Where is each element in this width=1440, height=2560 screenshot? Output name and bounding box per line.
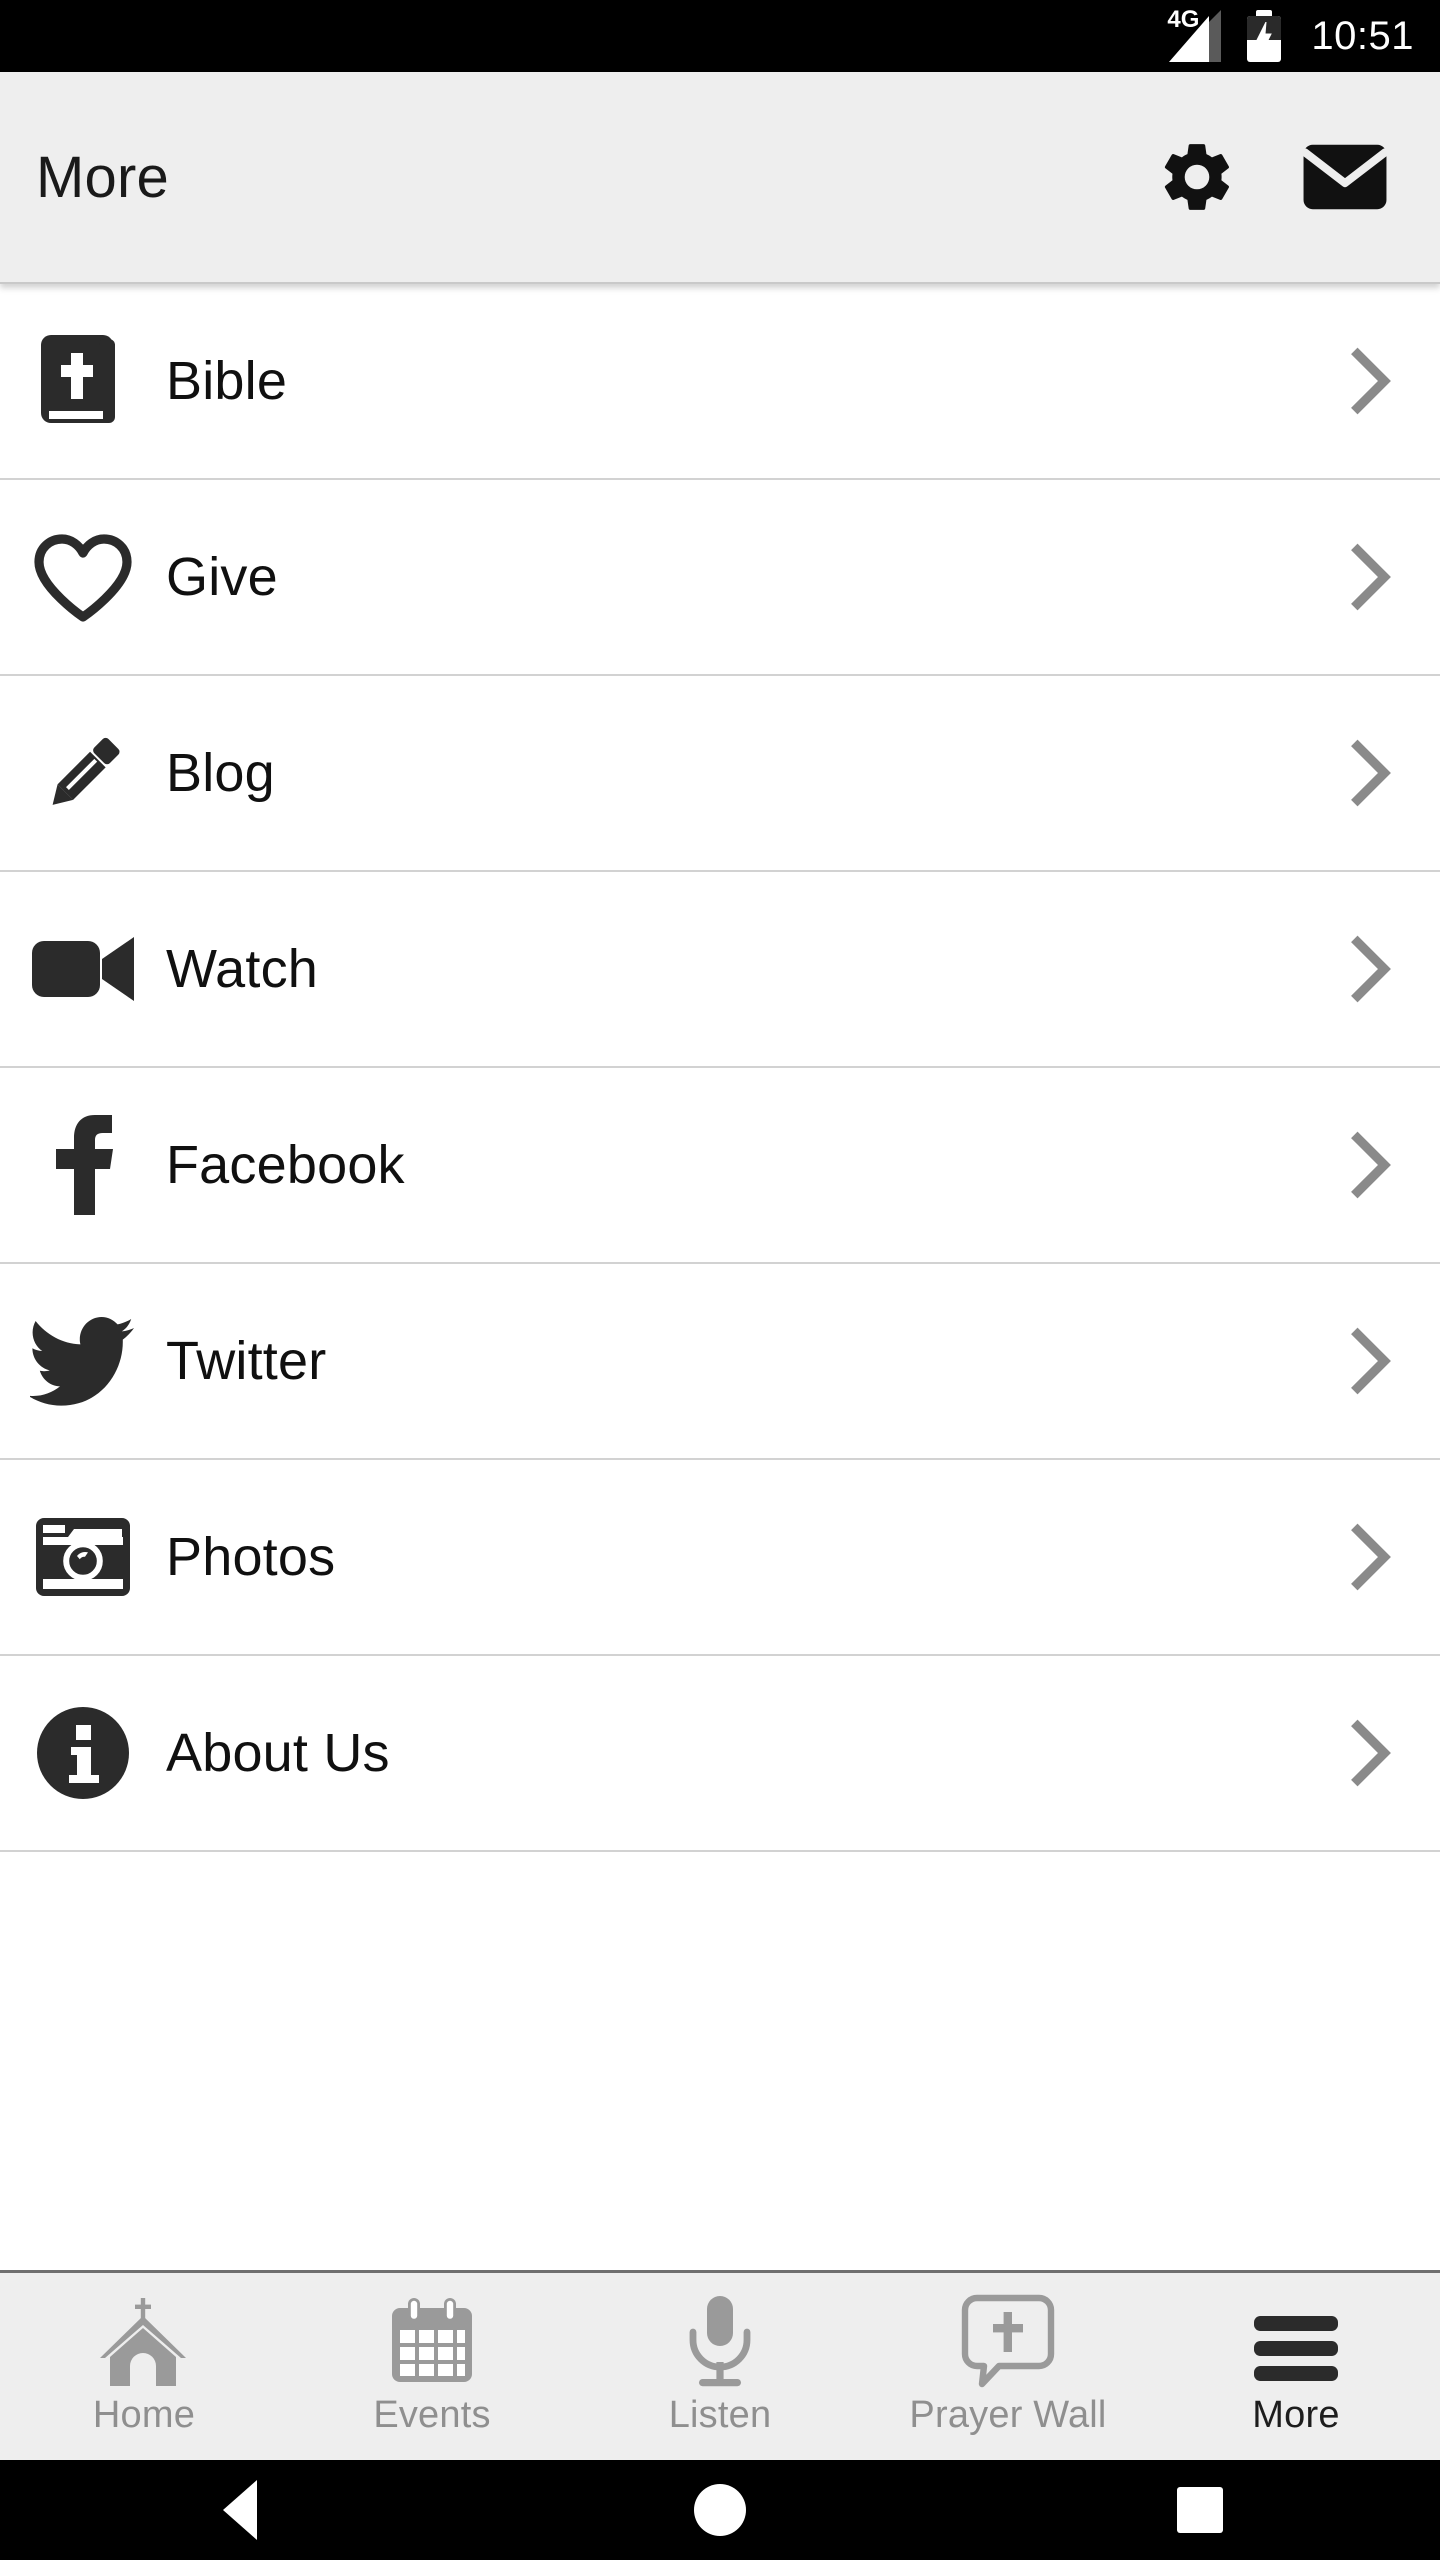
calendar-icon <box>392 2298 472 2382</box>
chevron-right-icon <box>1336 1718 1406 1788</box>
settings-button[interactable] <box>1154 134 1240 220</box>
row-icon-slot <box>0 331 166 431</box>
list-item-label: Blog <box>166 743 275 803</box>
list-item-label: Twitter <box>166 1331 327 1391</box>
tab-icon-slot <box>386 2296 478 2388</box>
list-item-bible[interactable]: Bible <box>0 284 1440 480</box>
list-item-label: About Us <box>166 1723 390 1783</box>
back-button[interactable] <box>140 2460 340 2560</box>
tab-more[interactable]: More <box>1152 2273 1440 2460</box>
microphone-icon <box>689 2296 751 2387</box>
tab-prayer-wall[interactable]: Prayer Wall <box>864 2273 1152 2460</box>
chevron-right-icon <box>1336 346 1406 416</box>
row-icon-slot <box>0 1111 166 1219</box>
camera-icon <box>36 1518 130 1596</box>
mail-button[interactable] <box>1302 134 1388 220</box>
chevron-right-icon <box>1336 738 1406 808</box>
prayer-bubble-icon <box>961 2294 1055 2388</box>
tab-label: Listen <box>668 2394 772 2436</box>
row-icon-slot <box>0 723 166 823</box>
row-icon-slot <box>0 1705 166 1801</box>
battery-charging-icon <box>1247 10 1282 62</box>
app-header: More <box>0 72 1440 284</box>
list-item-give[interactable]: Give <box>0 480 1440 676</box>
list-item-about-us[interactable]: About Us <box>0 1656 1440 1852</box>
church-icon <box>100 2298 186 2386</box>
chevron-right-icon <box>1336 542 1406 612</box>
list-item-label: Watch <box>166 939 319 999</box>
list-item-photos[interactable]: Photos <box>0 1460 1440 1656</box>
chevron-right-icon <box>1336 1522 1406 1592</box>
status-bar: 4G 10:51 <box>0 0 1440 72</box>
home-circle-icon <box>694 2484 746 2536</box>
tab-icon-slot <box>961 2294 1055 2388</box>
video-camera-icon <box>32 937 134 1001</box>
android-navigation-bar <box>0 2460 1440 2560</box>
tab-label: Home <box>92 2394 196 2436</box>
signal-bars-icon: 4G <box>1167 8 1227 62</box>
charging-bolt-icon <box>1256 22 1273 54</box>
tab-label: Prayer Wall <box>909 2394 1107 2436</box>
list-item-label: Photos <box>166 1527 336 1587</box>
home-button[interactable] <box>620 2460 820 2560</box>
signal-triangle-filled <box>1169 16 1210 62</box>
status-bar-indicators: 4G 10:51 <box>1167 8 1414 62</box>
recents-square-icon <box>1177 2487 1223 2533</box>
list-item-label: Bible <box>166 351 288 411</box>
back-triangle-icon <box>223 2480 257 2540</box>
recents-button[interactable] <box>1100 2460 1300 2560</box>
list-item-watch[interactable]: Watch <box>0 872 1440 1068</box>
tab-events[interactable]: Events <box>288 2273 576 2460</box>
tab-label: Events <box>373 2394 491 2436</box>
list-item-label: Facebook <box>166 1135 405 1195</box>
tab-icon-slot <box>685 2296 755 2388</box>
gear-icon <box>1164 144 1229 210</box>
app-screen: 4G 10:51 More Bible Give Blog Watch Face… <box>0 0 1440 2560</box>
chevron-right-icon <box>1336 1130 1406 1200</box>
tab-home[interactable]: Home <box>0 2273 288 2460</box>
list-item-facebook[interactable]: Facebook <box>0 1068 1440 1264</box>
more-menu-list: Bible Give Blog Watch Facebook Twitter P… <box>0 284 1440 2270</box>
facebook-icon <box>56 1115 113 1215</box>
list-item-twitter[interactable]: Twitter <box>0 1264 1440 1460</box>
twitter-bird-icon <box>30 1317 134 1406</box>
tab-icon-slot <box>1250 2296 1342 2388</box>
row-icon-slot <box>0 1315 166 1407</box>
tab-listen[interactable]: Listen <box>576 2273 864 2460</box>
envelope-icon <box>1302 144 1388 210</box>
list-item-label: Give <box>166 547 278 607</box>
row-icon-slot <box>0 1515 166 1599</box>
list-item-blog[interactable]: Blog <box>0 676 1440 872</box>
heart-outline-icon <box>34 534 132 622</box>
header-actions <box>1154 134 1404 220</box>
bible-book-icon <box>41 335 115 423</box>
chevron-right-icon <box>1336 934 1406 1004</box>
chevron-right-icon <box>1336 1326 1406 1396</box>
info-circle-icon <box>37 1707 129 1799</box>
row-icon-slot <box>0 931 166 1007</box>
status-bar-clock: 10:51 <box>1311 13 1414 58</box>
page-title: More <box>36 144 169 210</box>
row-icon-slot <box>0 530 166 624</box>
pencil-icon <box>52 737 120 805</box>
tab-icon-slot <box>96 2296 192 2388</box>
tab-label: More <box>1252 2394 1340 2436</box>
hamburger-icon <box>1254 2316 1338 2381</box>
bottom-tab-bar: Home Events Listen Prayer Wall More <box>0 2270 1440 2460</box>
